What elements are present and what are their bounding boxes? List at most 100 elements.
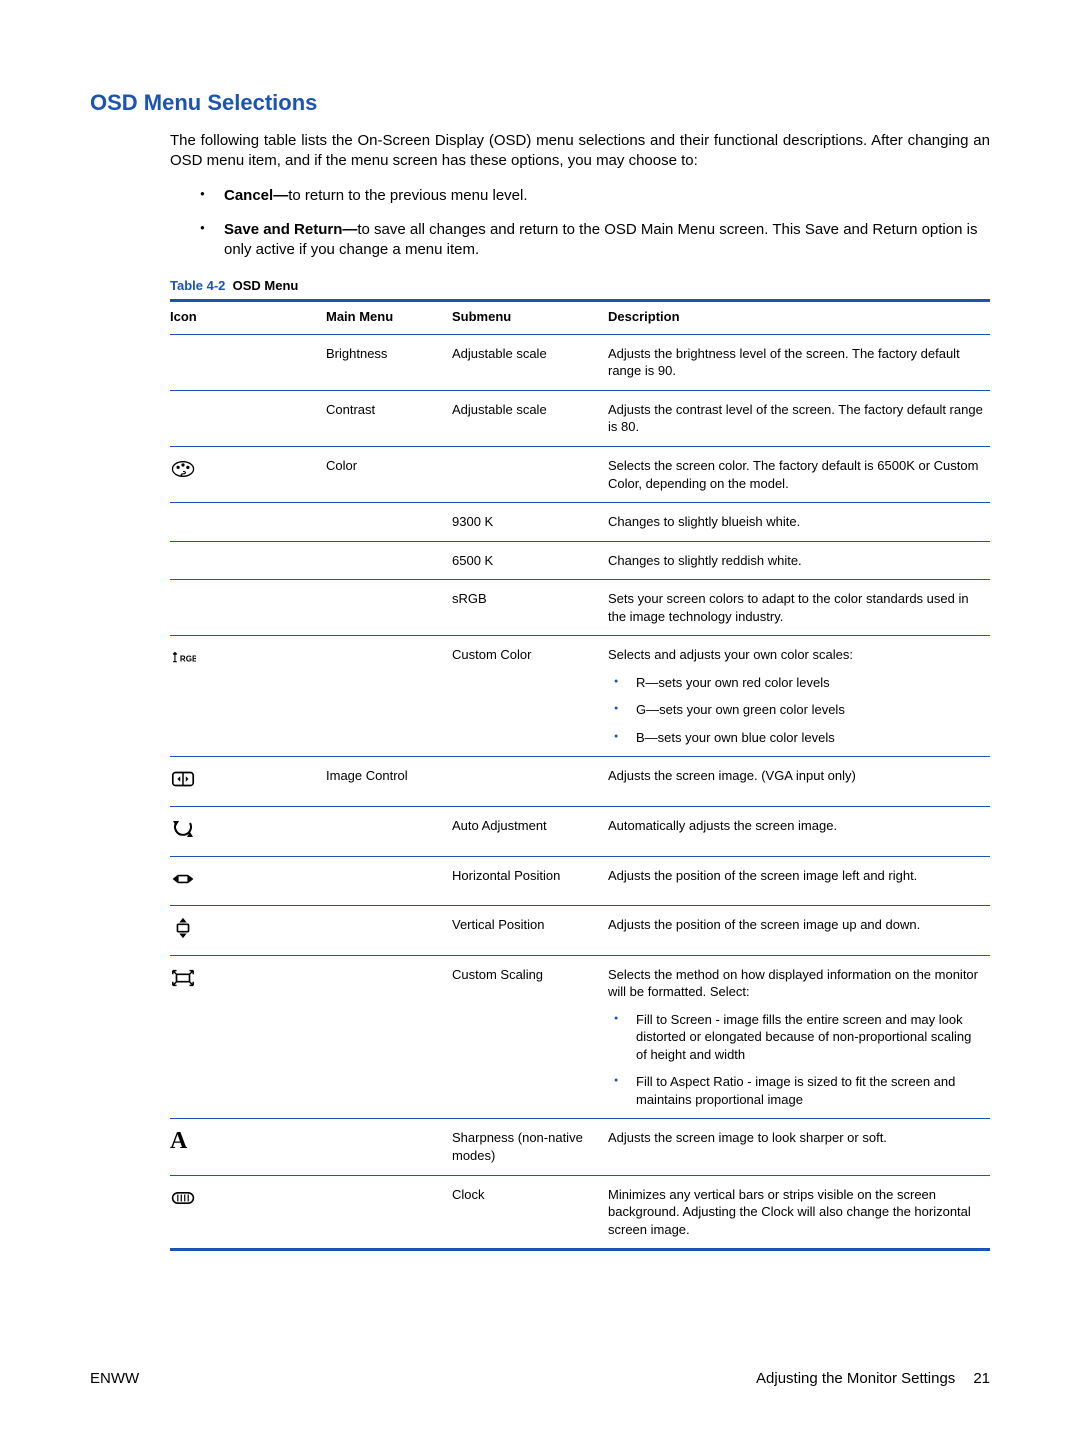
cell-sub: Vertical Position	[452, 906, 608, 956]
table-row: Auto Adjustment Automatically adjusts th…	[170, 807, 990, 857]
table-row: Vertical Position Adjusts the position o…	[170, 906, 990, 956]
rgb-icon: RGB	[170, 646, 196, 674]
cell-icon	[170, 856, 326, 906]
custom-scaling-icon	[170, 966, 196, 994]
cell-desc: Sets your screen colors to adapt to the …	[608, 580, 990, 636]
cell-desc: Changes to slightly reddish white.	[608, 541, 990, 580]
vertical-position-icon	[170, 916, 196, 944]
cell-main	[326, 1119, 452, 1175]
caption-title: OSD Menu	[233, 278, 299, 293]
table-row: A Sharpness (non-native modes) Adjusts t…	[170, 1119, 990, 1175]
table-row: Color Selects the screen color. The fact…	[170, 446, 990, 502]
svg-text:RGB: RGB	[180, 655, 196, 664]
cell-sub: Auto Adjustment	[452, 807, 608, 857]
cell-desc: Adjusts the contrast level of the screen…	[608, 390, 990, 446]
inner-list: R—sets your own red color levels G—sets …	[608, 674, 984, 747]
cell-sub: Clock	[452, 1175, 608, 1250]
inner-list: Fill to Screen - image fills the entire …	[608, 1011, 984, 1109]
cell-desc: Adjusts the position of the screen image…	[608, 906, 990, 956]
cell-main	[326, 807, 452, 857]
sharpness-icon: A	[170, 1129, 187, 1153]
cell-main	[326, 580, 452, 636]
cell-icon	[170, 807, 326, 857]
col-header-icon: Icon	[170, 301, 326, 335]
footer-left: ENWW	[90, 1370, 139, 1387]
document-page: OSD Menu Selections The following table …	[0, 0, 1080, 1437]
cell-sub: sRGB	[452, 580, 608, 636]
cell-main	[326, 636, 452, 757]
cell-icon	[170, 390, 326, 446]
cell-sub: Adjustable scale	[452, 390, 608, 446]
col-header-desc: Description	[608, 301, 990, 335]
cell-main: Image Control	[326, 757, 452, 807]
cell-desc: Changes to slightly blueish white.	[608, 503, 990, 542]
cell-desc: Adjusts the screen image. (VGA input onl…	[608, 757, 990, 807]
caption-lead: Table 4-2	[170, 278, 225, 293]
intro-paragraph: The following table lists the On-Screen …	[170, 131, 990, 172]
cell-main	[326, 503, 452, 542]
option-text: to return to the previous menu level.	[288, 187, 527, 204]
table-row: Contrast Adjustable scale Adjusts the co…	[170, 390, 990, 446]
table-row: Custom Scaling Selects the method on how…	[170, 955, 990, 1119]
page-footer: ENWW Adjusting the Monitor Settings 21	[90, 1370, 990, 1387]
cell-main	[326, 906, 452, 956]
cell-desc: Adjusts the brightness level of the scre…	[608, 334, 990, 390]
cell-icon	[170, 334, 326, 390]
clock-icon	[170, 1186, 196, 1214]
list-item: G—sets your own green color levels	[608, 701, 984, 719]
table-row: 9300 K Changes to slightly blueish white…	[170, 503, 990, 542]
auto-adjust-icon	[170, 817, 196, 845]
option-lead: Save and Return—	[224, 221, 357, 238]
list-item: Fill to Aspect Ratio - image is sized to…	[608, 1073, 984, 1108]
cell-sub: Custom Color	[452, 636, 608, 757]
cell-icon	[170, 955, 326, 1119]
cell-sub: 6500 K	[452, 541, 608, 580]
col-header-sub: Submenu	[452, 301, 608, 335]
color-palette-icon	[170, 457, 196, 485]
col-header-main: Main Menu	[326, 301, 452, 335]
cell-icon	[170, 580, 326, 636]
section-heading: OSD Menu Selections	[90, 90, 990, 116]
table-row: 6500 K Changes to slightly reddish white…	[170, 541, 990, 580]
cell-sub: Sharpness (non-native modes)	[452, 1119, 608, 1175]
cell-main	[326, 856, 452, 906]
table-row: Clock Minimizes any vertical bars or str…	[170, 1175, 990, 1250]
cell-icon	[170, 541, 326, 580]
list-item: Fill to Screen - image fills the entire …	[608, 1011, 984, 1064]
cell-main: Contrast	[326, 390, 452, 446]
cell-main: Color	[326, 446, 452, 502]
cell-sub: Horizontal Position	[452, 856, 608, 906]
cell-sub	[452, 446, 608, 502]
cell-main	[326, 541, 452, 580]
cell-main	[326, 955, 452, 1119]
cell-main: Brightness	[326, 334, 452, 390]
cell-desc: Selects the method on how displayed info…	[608, 955, 990, 1119]
desc-text: Selects the method on how displayed info…	[608, 967, 978, 1000]
table-row: Image Control Adjusts the screen image. …	[170, 757, 990, 807]
cell-icon	[170, 1175, 326, 1250]
cell-desc: Automatically adjusts the screen image.	[608, 807, 990, 857]
cell-icon	[170, 906, 326, 956]
option-save-return: Save and Return—to save all changes and …	[200, 220, 990, 261]
cell-sub: 9300 K	[452, 503, 608, 542]
cell-icon	[170, 503, 326, 542]
image-control-icon	[170, 767, 196, 795]
desc-text: Selects and adjusts your own color scale…	[608, 647, 853, 662]
osd-menu-table: Icon Main Menu Submenu Description Brigh…	[170, 299, 990, 1251]
cell-main	[326, 1175, 452, 1250]
cell-desc: Selects the screen color. The factory de…	[608, 446, 990, 502]
table-row: RGB Custom Color Selects and adjusts you…	[170, 636, 990, 757]
table-row: Horizontal Position Adjusts the position…	[170, 856, 990, 906]
cell-desc: Adjusts the position of the screen image…	[608, 856, 990, 906]
table-row: Brightness Adjustable scale Adjusts the …	[170, 334, 990, 390]
cell-desc: Selects and adjusts your own color scale…	[608, 636, 990, 757]
cell-icon: RGB	[170, 636, 326, 757]
list-item: B—sets your own blue color levels	[608, 729, 984, 747]
cell-icon	[170, 757, 326, 807]
cell-desc: Minimizes any vertical bars or strips vi…	[608, 1175, 990, 1250]
cell-sub: Custom Scaling	[452, 955, 608, 1119]
horizontal-position-icon	[170, 867, 196, 895]
footer-section: Adjusting the Monitor Settings	[756, 1370, 955, 1387]
option-lead: Cancel—	[224, 187, 288, 204]
page-number: 21	[973, 1370, 990, 1387]
